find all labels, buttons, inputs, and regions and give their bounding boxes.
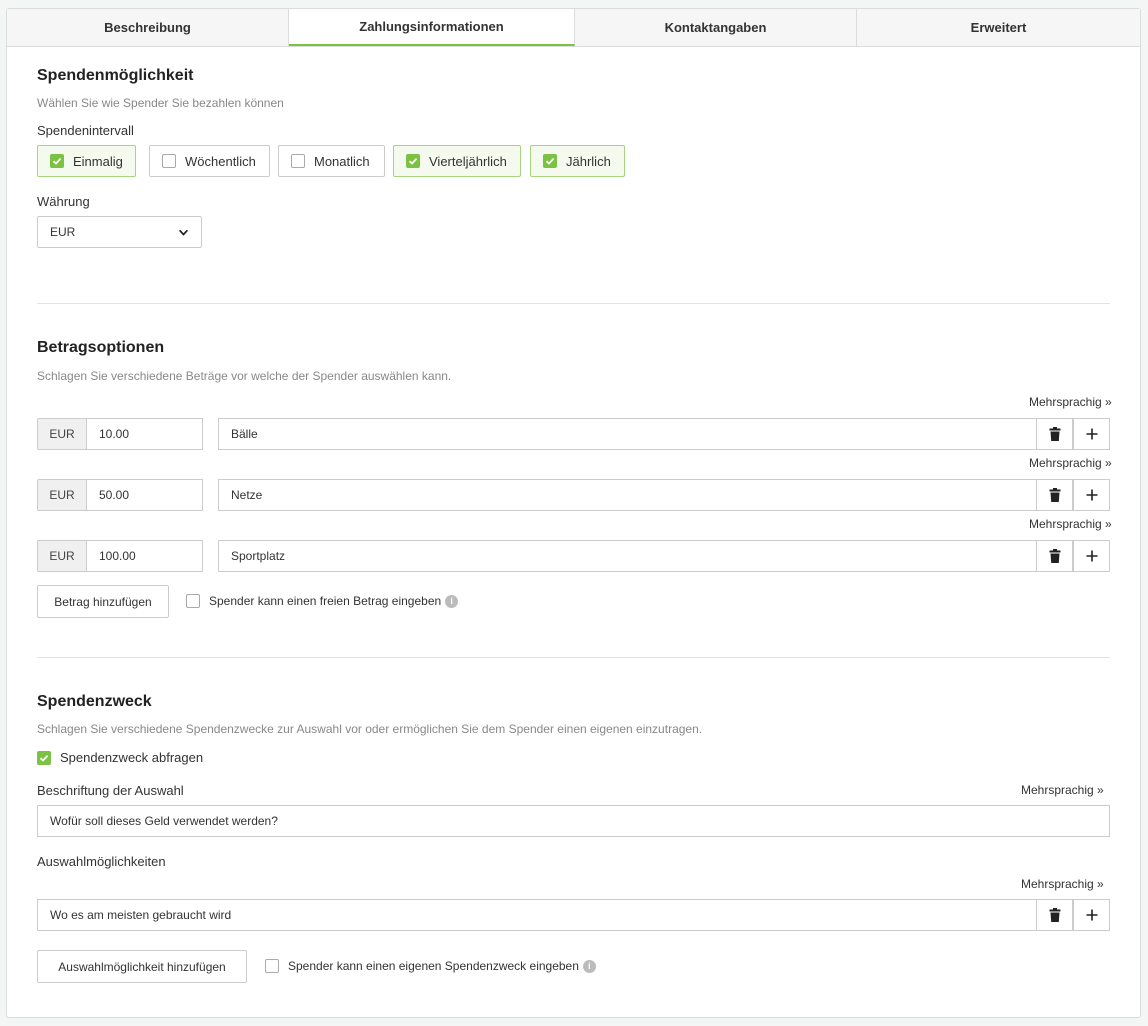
- section-title-payment: Spendenmöglichkeit: [37, 67, 194, 84]
- section-subtitle-payment: Wählen Sie wie Spender Sie bezahlen könn…: [37, 96, 284, 110]
- delete-button[interactable]: [1036, 418, 1073, 450]
- tab-erweitert[interactable]: Erweitert: [857, 9, 1140, 46]
- add-amount-button[interactable]: Betrag hinzufügen: [37, 585, 169, 618]
- section-title-amounts: Betragsoptionen: [37, 339, 165, 356]
- check-icon: [50, 154, 64, 168]
- delete-button[interactable]: [1036, 479, 1073, 511]
- options-label: Auswahlmöglichkeiten: [37, 854, 166, 869]
- tab-beschreibung[interactable]: Beschreibung: [7, 9, 289, 46]
- free-amount-label: Spender kann einen freien Betrag eingebe…: [209, 594, 442, 608]
- currency-select[interactable]: EUR: [37, 216, 202, 248]
- add-row-button[interactable]: [1073, 899, 1110, 931]
- currency-addon: EUR: [37, 479, 87, 511]
- multilang-link[interactable]: Mehrsprachig »: [1021, 783, 1104, 797]
- add-row-button[interactable]: [1073, 479, 1110, 511]
- interval-label-text: Monatlich: [314, 153, 370, 169]
- interval-monatlich[interactable]: Monatlich: [278, 145, 385, 177]
- checkbox-empty-icon: [162, 154, 176, 168]
- section-subtitle-purpose: Schlagen Sie verschiedene Spendenzwecke …: [37, 722, 703, 736]
- free-amount-checkbox[interactable]: Spender kann einen freien Betrag eingebe…: [186, 594, 459, 608]
- delete-button[interactable]: [1036, 540, 1073, 572]
- plus-icon: [1086, 909, 1097, 921]
- amount-label-input[interactable]: Bälle: [218, 418, 1037, 450]
- add-row-button[interactable]: [1073, 540, 1110, 572]
- interval-label-text: Vierteljährlich: [429, 153, 507, 169]
- interval-woechentlich[interactable]: Wöchentlich: [149, 145, 270, 177]
- amount-input[interactable]: 50.00: [86, 479, 203, 511]
- multilang-link[interactable]: Mehrsprachig »: [1021, 877, 1104, 891]
- checkbox-empty-icon: [186, 594, 200, 608]
- caption-label: Beschriftung der Auswahl: [37, 783, 184, 798]
- caption-input[interactable]: Wofür soll dieses Geld verwendet werden?: [37, 805, 1110, 837]
- plus-icon: [1086, 550, 1097, 562]
- chevron-down-icon: [179, 229, 188, 236]
- ask-purpose-label: Spendenzweck abfragen: [60, 750, 204, 765]
- own-purpose-checkbox[interactable]: Spender kann einen eigenen Spendenzweck …: [265, 959, 596, 973]
- interval-label: Spendenintervall: [37, 123, 134, 138]
- multilang-link[interactable]: Mehrsprachig »: [1029, 517, 1112, 531]
- trash-icon: [1049, 488, 1060, 502]
- interval-vierteljaehrlich[interactable]: Vierteljährlich: [393, 145, 521, 177]
- amount-label-input[interactable]: Sportplatz: [218, 540, 1037, 572]
- checkbox-empty-icon: [291, 154, 305, 168]
- amount-label-input[interactable]: Netze: [218, 479, 1037, 511]
- tab-zahlungsinformationen[interactable]: Zahlungsinformationen: [289, 9, 575, 46]
- trash-icon: [1049, 427, 1060, 441]
- multilang-link[interactable]: Mehrsprachig »: [1029, 456, 1112, 470]
- interval-jaehrlich[interactable]: Jährlich: [530, 145, 625, 177]
- check-icon: [406, 154, 420, 168]
- currency-addon: EUR: [37, 418, 87, 450]
- amount-input[interactable]: 10.00: [86, 418, 203, 450]
- interval-label-text: Einmalig: [73, 153, 123, 169]
- plus-icon: [1086, 428, 1097, 440]
- interval-einmalig[interactable]: Einmalig: [37, 145, 136, 177]
- form-panel: Beschreibung Zahlungsinformationen Konta…: [6, 8, 1141, 1018]
- add-row-button[interactable]: [1073, 418, 1110, 450]
- section-title-purpose: Spendenzweck: [37, 693, 152, 710]
- trash-icon: [1049, 549, 1060, 563]
- add-option-button[interactable]: Auswahlmöglichkeit hinzufügen: [37, 950, 247, 983]
- info-icon: i: [445, 594, 459, 608]
- check-icon: [543, 154, 557, 168]
- amount-input[interactable]: 100.00: [86, 540, 203, 572]
- info-icon: i: [582, 959, 596, 973]
- own-purpose-label: Spender kann einen eigenen Spendenzweck …: [288, 959, 579, 973]
- tab-bar: Beschreibung Zahlungsinformationen Konta…: [7, 9, 1140, 47]
- option-input[interactable]: Wo es am meisten gebraucht wird: [37, 899, 1037, 931]
- multilang-link[interactable]: Mehrsprachig »: [1029, 395, 1112, 409]
- checkbox-empty-icon: [265, 959, 279, 973]
- plus-icon: [1086, 489, 1097, 501]
- currency-label: Währung: [37, 194, 90, 209]
- ask-purpose-checkbox[interactable]: Spendenzweck abfragen: [37, 750, 203, 765]
- check-icon: [37, 750, 51, 765]
- trash-icon: [1049, 908, 1060, 922]
- tab-kontaktangaben[interactable]: Kontaktangaben: [575, 9, 857, 46]
- interval-label-text: Jährlich: [566, 153, 611, 169]
- currency-addon: EUR: [37, 540, 87, 572]
- currency-value: EUR: [50, 225, 76, 239]
- interval-label-text: Wöchentlich: [185, 153, 256, 169]
- divider: [37, 657, 1110, 658]
- section-subtitle-amounts: Schlagen Sie verschiedene Beträge vor we…: [37, 369, 452, 383]
- divider: [37, 303, 1110, 304]
- delete-button[interactable]: [1036, 899, 1073, 931]
